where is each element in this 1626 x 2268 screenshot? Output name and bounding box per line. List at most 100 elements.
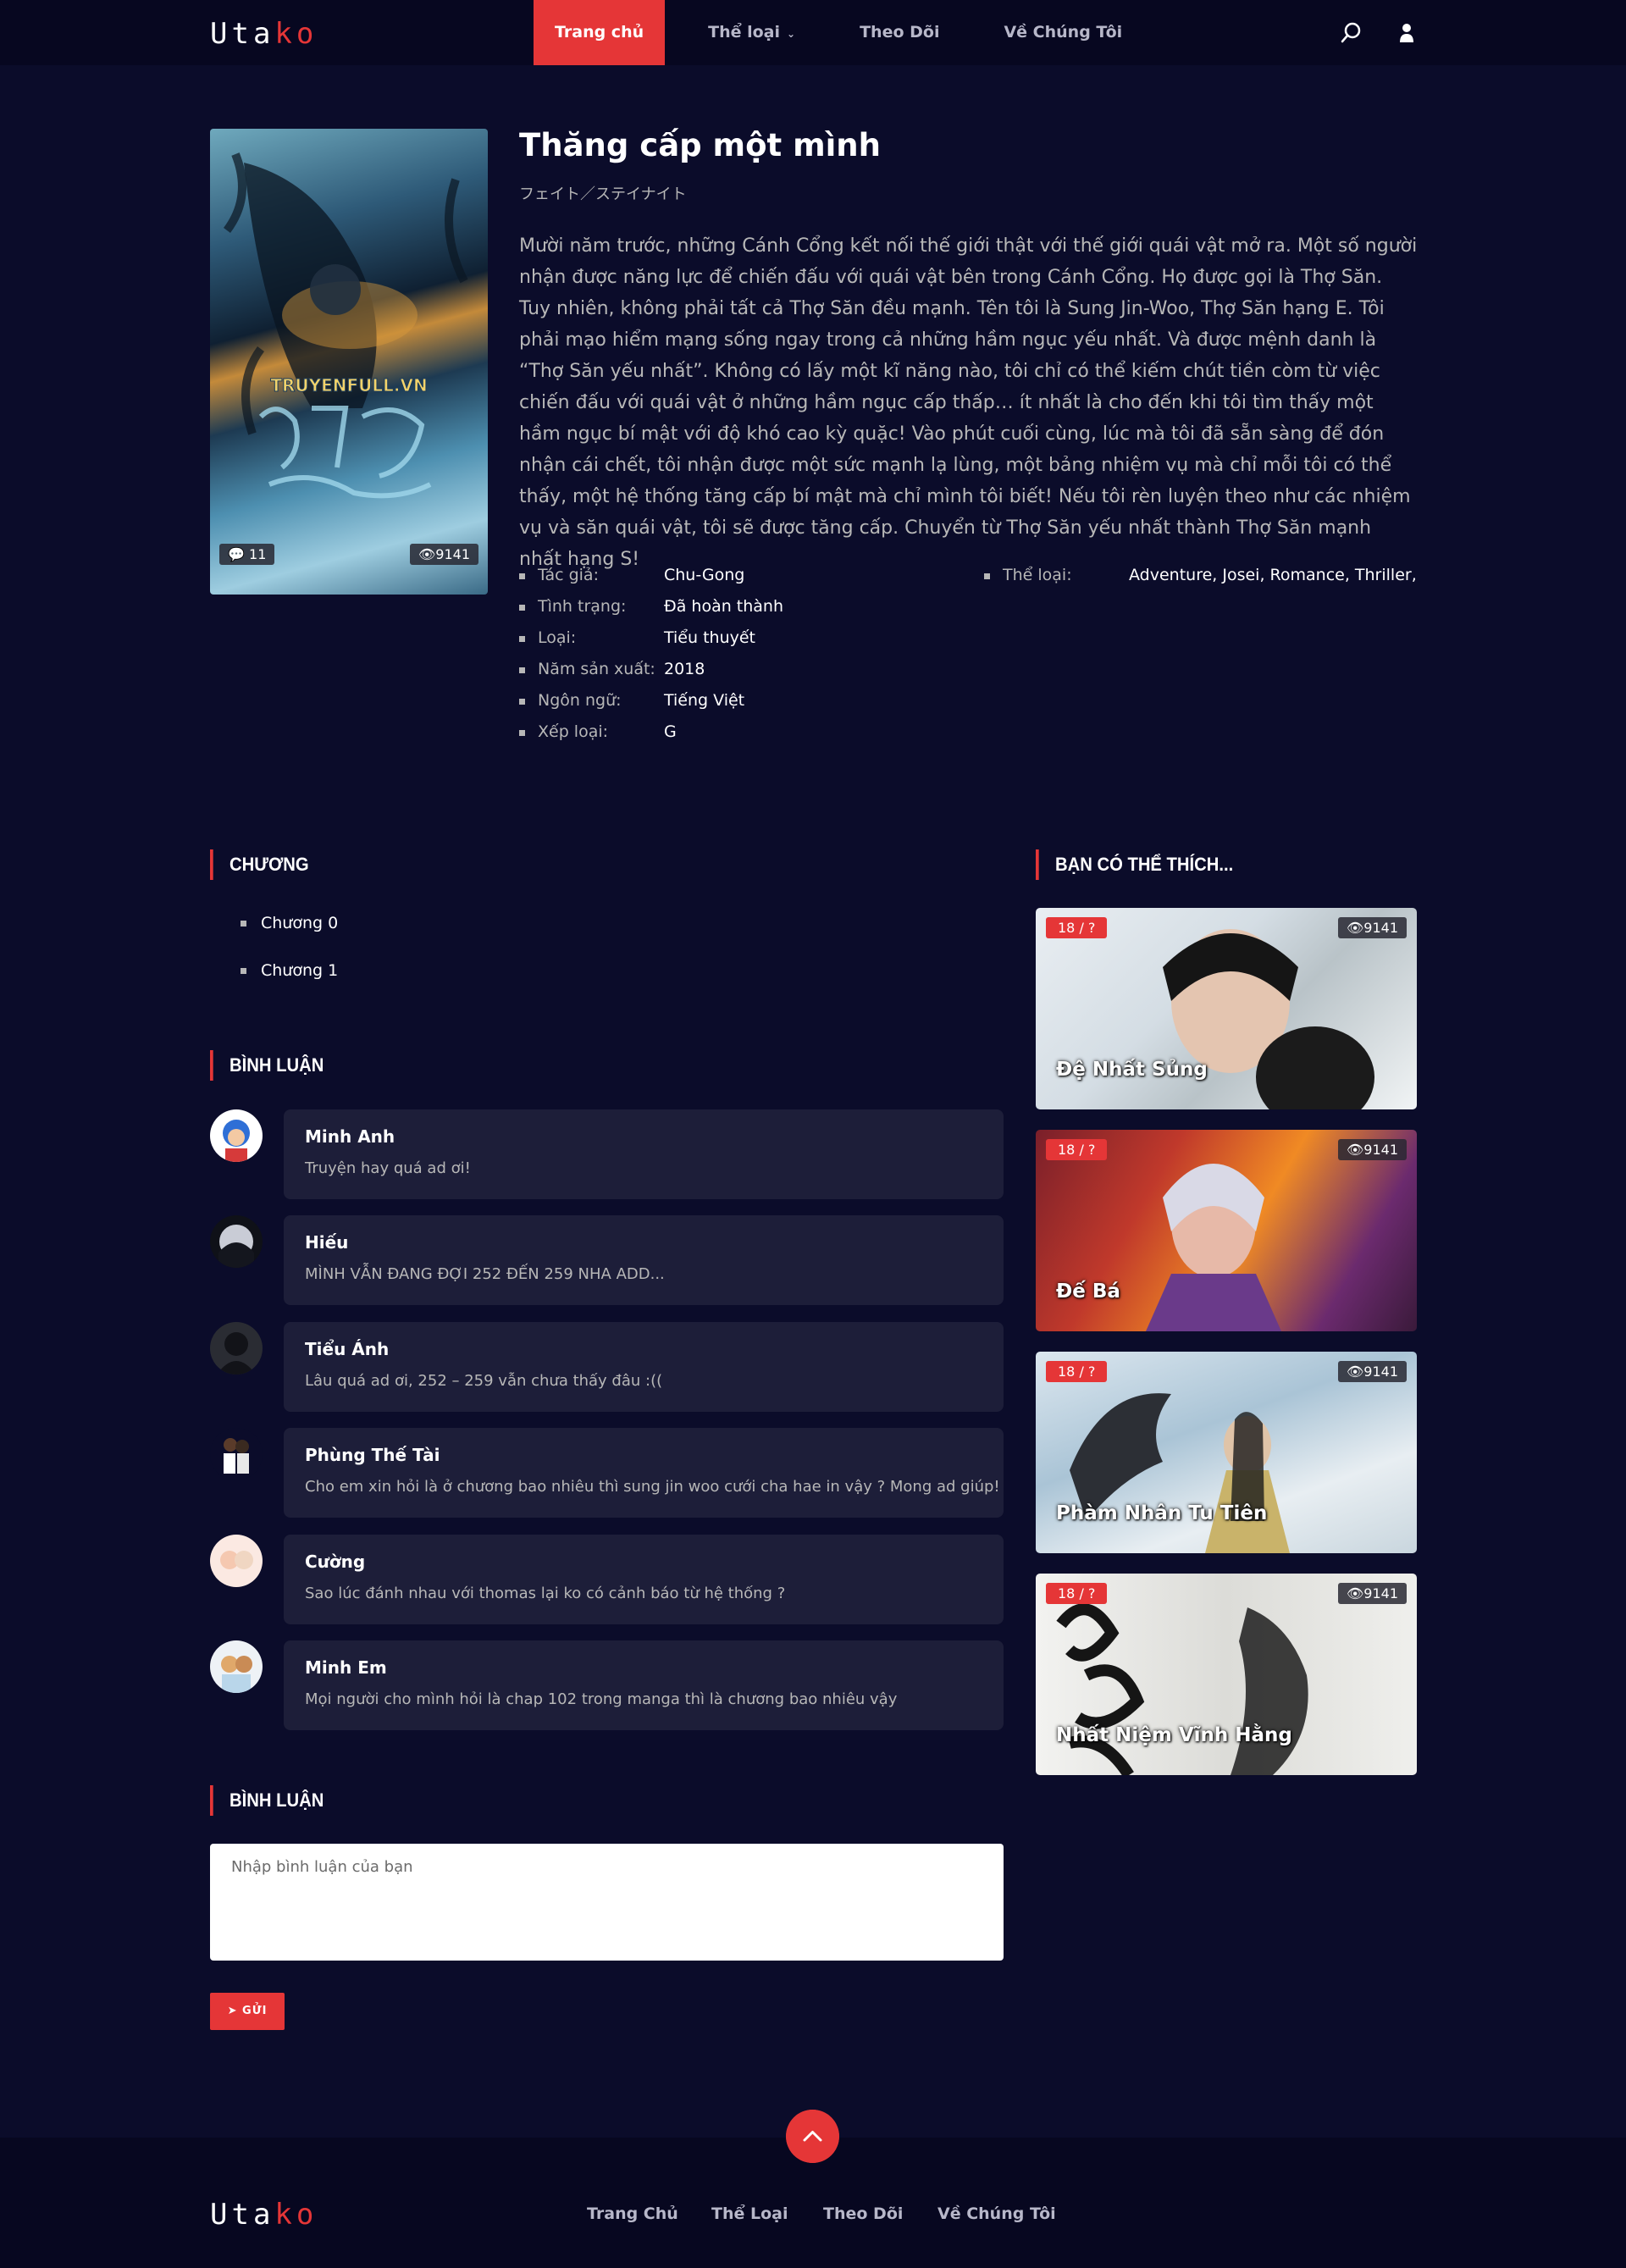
info-key: Năm sản xuất: xyxy=(538,660,655,678)
comment-author: Hiếu xyxy=(305,1232,349,1253)
info-key: Tác giả: xyxy=(538,566,599,584)
comment-count: 11 xyxy=(249,546,267,562)
comment-author: Minh Anh xyxy=(305,1126,395,1147)
comment-item: Minh Em Mọi người cho mình hỏi là chap 1… xyxy=(210,1640,1004,1730)
card-title: Đế Bá xyxy=(1056,1281,1120,1303)
info-row-rating: Xếp loại: G xyxy=(519,716,960,748)
footer-nav-categories[interactable]: Thể Loại xyxy=(711,2204,788,2223)
search-icon[interactable] xyxy=(1339,20,1364,46)
comment-text: MÌNH VẪN ĐANG ĐỢI 252 ĐẾN 259 NHA ADD... xyxy=(305,1265,665,1283)
info-key: Xếp loại: xyxy=(538,722,609,741)
comment-bubble: Phùng Thế Tài Cho em xin hỏi là ở chương… xyxy=(284,1428,1004,1518)
nav-following[interactable]: Theo Dõi xyxy=(838,0,960,65)
bullet xyxy=(519,730,525,736)
bullet xyxy=(519,636,525,642)
comment-form-title: BÌNH LUẬN xyxy=(210,1785,324,1816)
recommend-card[interactable]: 18 / ? 👁9141 Đế Bá xyxy=(1036,1130,1417,1331)
chapter-item[interactable]: Chương 0 xyxy=(241,908,338,955)
send-button[interactable]: ➤ GỬI xyxy=(210,1993,285,2030)
story-info-right: Thể loại: Adventure, Josei, Romance, Thri… xyxy=(984,560,1424,591)
comment-bubble: Cường Sao lúc đánh nhau với thomas lại k… xyxy=(284,1535,1004,1624)
avatar xyxy=(210,1215,263,1268)
comment-text: Cho em xin hỏi là ở chương bao nhiêu thì… xyxy=(305,1478,1000,1496)
info-value: G xyxy=(664,722,677,741)
views-badge: 👁9141 xyxy=(1337,1139,1407,1160)
chapter-label: Chương 1 xyxy=(261,961,339,980)
bullet xyxy=(519,605,525,611)
story-cover: TRUYENFULL.VN 💬 11 👁9141 xyxy=(210,129,488,595)
eye-icon: 👁 xyxy=(1346,920,1364,936)
bullet xyxy=(519,667,525,673)
cover-watermark: TRUYENFULL.VN xyxy=(270,375,427,396)
chapter-list: Chương 0 Chương 1 xyxy=(241,908,338,1003)
bullet xyxy=(241,968,246,974)
info-key: Loại: xyxy=(538,628,577,647)
comment-bubble: Minh Anh Truyện hay quá ad ơi! xyxy=(284,1109,1004,1199)
eye-icon: 👁 xyxy=(1346,1142,1364,1158)
info-row-language: Ngôn ngữ: Tiếng Việt xyxy=(519,685,960,716)
avatar xyxy=(210,1428,263,1480)
nav-about[interactable]: Về Chúng Tôi xyxy=(982,0,1143,65)
recommend-card[interactable]: 18 / ? 👁9141 Đệ Nhất Sủng xyxy=(1036,908,1417,1109)
episode-badge: 18 / ? xyxy=(1046,1139,1108,1160)
bullet xyxy=(519,573,525,579)
eye-icon: 👁 xyxy=(1346,1364,1364,1380)
comment-item: Phùng Thế Tài Cho em xin hỏi là ở chương… xyxy=(210,1428,1004,1518)
story-title: Thăng cấp một mình xyxy=(519,127,881,163)
comment-input[interactable] xyxy=(210,1844,1004,1961)
info-row-author: Tác giả: Chu-Gong xyxy=(519,560,960,591)
recommend-title: BẠN CÓ THỂ THÍCH... xyxy=(1036,849,1233,880)
info-value: Tiếng Việt xyxy=(664,691,745,710)
comment-icon: 💬 xyxy=(228,546,245,562)
comment-author: Phùng Thế Tài xyxy=(305,1445,440,1465)
avatar xyxy=(210,1322,263,1375)
views-badge: 👁9141 xyxy=(1337,917,1407,938)
chapters-title: CHƯƠNG xyxy=(210,849,309,880)
scroll-to-top-button[interactable] xyxy=(786,2110,839,2163)
logo-main: Uta xyxy=(210,17,275,51)
info-key: Thể loại: xyxy=(1003,566,1072,584)
story-subtitle: フェイト／ステイナイト xyxy=(519,185,687,203)
info-value: 2018 xyxy=(664,660,705,678)
chapter-label: Chương 0 xyxy=(261,914,339,932)
info-key: Ngôn ngữ: xyxy=(538,691,622,710)
logo[interactable]: Utako xyxy=(210,17,318,51)
comment-item: Tiểu Ánh Lâu quá ad ơi, 252 – 259 vẫn ch… xyxy=(210,1322,1004,1412)
nav-home[interactable]: Trang chủ xyxy=(534,0,666,65)
comment-bubble: Hiếu MÌNH VẪN ĐANG ĐỢI 252 ĐẾN 259 NHA A… xyxy=(284,1215,1004,1305)
episode-badge: 18 / ? xyxy=(1046,1583,1108,1604)
chapter-item[interactable]: Chương 1 xyxy=(241,955,338,1003)
comment-author: Cường xyxy=(305,1552,366,1572)
comment-text: Mọi người cho mình hỏi là chap 102 trong… xyxy=(305,1690,898,1708)
eye-icon: 👁 xyxy=(1346,1585,1364,1601)
comment-item: Hiếu MÌNH VẪN ĐANG ĐỢI 252 ĐẾN 259 NHA A… xyxy=(210,1215,1004,1305)
cover-artwork: TRUYENFULL.VN xyxy=(223,152,468,499)
nav-categories[interactable]: Thể loại ⌄ xyxy=(687,0,816,65)
recommend-card[interactable]: 18 / ? 👁9141 Nhất Niệm Vĩnh Hằng xyxy=(1036,1574,1417,1775)
comment-text: Truyện hay quá ad ơi! xyxy=(305,1159,471,1177)
info-row-status: Tình trạng: Đã hoàn thành xyxy=(519,591,960,622)
comment-text: Sao lúc đánh nhau với thomas lại ko có c… xyxy=(305,1585,786,1602)
send-icon: ➤ xyxy=(227,2005,238,2017)
comment-author: Tiểu Ánh xyxy=(305,1339,390,1359)
card-title: Nhất Niệm Vĩnh Hằng xyxy=(1056,1724,1292,1746)
info-row-type: Loại: Tiểu thuyết xyxy=(519,622,960,654)
footer-logo-main: Uta xyxy=(210,2198,275,2232)
views-count: 9141 xyxy=(435,546,470,562)
avatar xyxy=(210,1109,263,1162)
info-value: Adventure, Josei, Romance, Thriller, xyxy=(1129,566,1417,584)
footer-nav-home[interactable]: Trang Chủ xyxy=(587,2204,678,2223)
comment-count-badge: 💬 11 xyxy=(219,544,275,565)
views-badge: 👁9141 xyxy=(409,544,478,565)
info-value: Tiểu thuyết xyxy=(664,628,755,647)
footer-logo[interactable]: Utako xyxy=(210,2198,318,2232)
card-title: Đệ Nhất Sủng xyxy=(1056,1059,1208,1081)
comment-bubble: Tiểu Ánh Lâu quá ad ơi, 252 – 259 vẫn ch… xyxy=(284,1322,1004,1412)
footer-nav-about[interactable]: Về Chúng Tôi xyxy=(937,2204,1056,2223)
views-count: 9141 xyxy=(1363,1585,1398,1601)
user-icon[interactable] xyxy=(1394,20,1419,46)
send-label: GỬI xyxy=(242,2005,268,2017)
recommend-card[interactable]: 18 / ? 👁9141 Phàm Nhân Tu Tiên xyxy=(1036,1352,1417,1553)
story-description: Mười năm trước, những Cánh Cổng kết nối … xyxy=(519,235,1418,570)
footer-nav-following[interactable]: Theo Dõi xyxy=(823,2204,903,2223)
